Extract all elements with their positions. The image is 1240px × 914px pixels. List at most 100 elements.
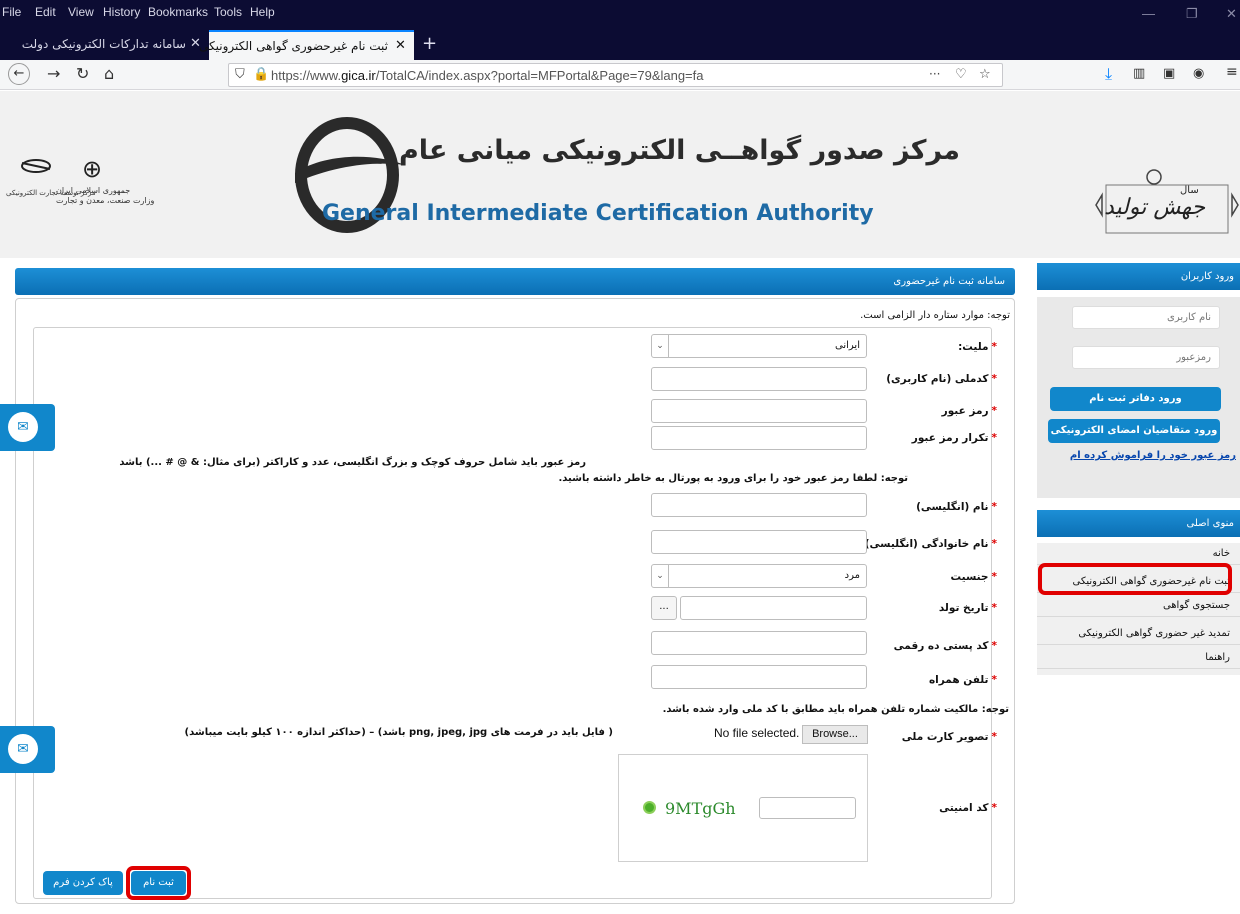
- first-name-label: *نام (انگلیسی): [916, 501, 997, 513]
- sidebar-icon[interactable]: ▣: [1163, 66, 1175, 81]
- chevron-down-icon: ⌄: [652, 565, 669, 587]
- label-text: تکرار رمز عبور: [911, 432, 989, 444]
- label-text: تاریخ تولد: [938, 602, 989, 614]
- ministry-emblem-icon: ⊕: [21, 155, 102, 183]
- forward-icon[interactable]: →: [47, 64, 60, 83]
- password-placeholder: رمزعبور: [1176, 352, 1211, 363]
- nationality-select[interactable]: ایرانی ⌄: [651, 334, 867, 358]
- date-picker-button[interactable]: ...: [651, 596, 677, 620]
- pocket-icon[interactable]: ♡: [955, 67, 967, 82]
- select-value: ایرانی: [835, 340, 860, 351]
- menu-bookmarks[interactable]: Bookmarks: [148, 5, 208, 19]
- captcha-image: 9MTgGh: [665, 799, 736, 818]
- year-slogan-logo: جهش تولید سال: [1094, 167, 1240, 247]
- menu-view[interactable]: View: [68, 5, 94, 19]
- mail-phone-icon: ✉: [8, 734, 38, 764]
- postal-code-input[interactable]: [651, 631, 867, 655]
- year-slogan: جهش تولید: [1104, 195, 1206, 220]
- main-panel-header: سامانه ثبت نام غیرحضوری: [15, 268, 1015, 295]
- mobile-label: *تلفن همراه: [929, 674, 997, 686]
- password-repeat-input[interactable]: [651, 426, 867, 450]
- clear-form-button[interactable]: پاک کردن فرم: [43, 871, 123, 895]
- postal-code-label: *کد پستی ده رقمی: [894, 640, 997, 652]
- ministry-logos: ⊕ جمهوری اسلامی ایران وزارت صنعت، معدن و…: [6, 151, 156, 211]
- app-menu-icon[interactable]: ≡: [1226, 64, 1238, 80]
- browse-button[interactable]: Browse...: [802, 725, 868, 744]
- back-icon[interactable]: ←: [8, 63, 30, 85]
- label-text: جنسیت: [950, 571, 989, 583]
- label-text: ملیت:: [958, 341, 989, 353]
- mobile-input[interactable]: [651, 665, 867, 689]
- logo-caption-2: وزارت صنعت، معدن و تجارت: [56, 196, 155, 205]
- main-menu-header: منوی اصلی: [1037, 510, 1240, 537]
- menu-file[interactable]: File: [2, 5, 21, 19]
- required-star: *: [991, 731, 998, 743]
- tab-title: ثبت نام غیرحضوری گواهی الکترونیکی: [199, 39, 388, 53]
- sidebar-password-input[interactable]: رمزعبور: [1072, 346, 1220, 369]
- account-icon[interactable]: ◉: [1193, 66, 1204, 81]
- close-tab-icon[interactable]: ✕: [395, 38, 406, 53]
- office-login-button[interactable]: ورود دفاتر ثبت نام: [1050, 387, 1221, 411]
- contact-float-button[interactable]: ✉: [0, 726, 55, 773]
- downloads-icon[interactable]: ⤓: [1105, 64, 1112, 84]
- library-icon[interactable]: ▥: [1133, 66, 1145, 81]
- year-label: سال: [1180, 185, 1199, 196]
- restore-icon[interactable]: ❐: [1186, 6, 1198, 22]
- tab-procurement[interactable]: ✕ سامانه تدارکات الکترونیکی دولت: [0, 30, 208, 60]
- applicant-login-button[interactable]: ورود متقاضیان امضای الکترونیکی: [1048, 419, 1220, 443]
- required-star: *: [991, 674, 998, 686]
- page-actions-icon[interactable]: ···: [929, 67, 940, 81]
- id-card-label: *تصویر کارت ملی: [902, 731, 997, 743]
- mail-phone-icon: ✉: [8, 412, 38, 442]
- refresh-captcha-icon[interactable]: [643, 801, 656, 814]
- menu-item-home[interactable]: خانه: [1037, 543, 1240, 565]
- username-placeholder: نام کاربری: [1167, 312, 1211, 323]
- last-name-input[interactable]: [651, 530, 867, 554]
- label-text: نام (انگلیسی): [916, 501, 989, 513]
- menu-help[interactable]: Help: [250, 5, 275, 19]
- home-icon[interactable]: ⌂: [104, 64, 114, 83]
- new-tab-icon[interactable]: +: [422, 33, 437, 54]
- menu-item-search[interactable]: جستجوی گواهی: [1037, 595, 1240, 617]
- required-star: *: [991, 432, 998, 444]
- tab-registration[interactable]: ✕ ثبت نام غیرحضوری گواهی الکترونیکی: [199, 30, 414, 60]
- login-header: ورود کاربران: [1037, 263, 1240, 290]
- label-text: کد امنیتی: [939, 802, 989, 814]
- required-star: *: [991, 341, 998, 353]
- forgot-password-link[interactable]: رمز عبور خود را فراموش کرده ام: [1070, 450, 1236, 461]
- menu-item-label: تمدید غیر حضوری گواهی الکترونیکی: [1078, 628, 1230, 639]
- menu-history[interactable]: History: [103, 5, 140, 19]
- logo-caption-3: مرکز توسعه تجارت الکترونیکی: [6, 189, 96, 197]
- username-input[interactable]: نام کاربری: [1072, 306, 1220, 329]
- menu-item-renewal[interactable]: تمدید غیر حضوری گواهی الکترونیکی: [1037, 623, 1240, 645]
- bookmark-star-icon[interactable]: ☆: [979, 67, 991, 82]
- menu-edit[interactable]: Edit: [35, 5, 56, 19]
- label-text: کد پستی ده رقمی: [893, 640, 989, 652]
- password-label: *رمز عبور: [942, 405, 997, 417]
- label-text: رمز عبور: [941, 405, 989, 417]
- captcha-input[interactable]: [759, 797, 856, 819]
- gender-select[interactable]: مرد ⌄: [651, 564, 867, 588]
- close-window-icon[interactable]: ✕: [1226, 6, 1237, 22]
- required-star: *: [991, 373, 998, 385]
- reload-icon[interactable]: ↻: [76, 64, 89, 83]
- file-status: No file selected.: [714, 726, 800, 740]
- tracking-shield-icon[interactable]: ⛉: [235, 67, 245, 82]
- submit-highlight: [126, 866, 191, 900]
- first-name-input[interactable]: [651, 493, 867, 517]
- national-code-input[interactable]: [651, 367, 867, 391]
- menu-tools[interactable]: Tools: [214, 5, 242, 19]
- password-input[interactable]: [651, 399, 867, 423]
- url-path: /TotalCA/index.aspx?portal=MFPortal&Page…: [375, 68, 704, 83]
- menu-item-label: خانه: [1212, 548, 1230, 559]
- chevron-down-icon: ⌄: [652, 335, 669, 357]
- url-bar[interactable]: ⛉ 🔒 https://www.gica.ir/TotalCA/index.as…: [228, 63, 1003, 87]
- minimize-icon[interactable]: —: [1142, 6, 1155, 21]
- birth-date-input[interactable]: [680, 596, 867, 620]
- url-domain: gica.ir: [341, 68, 376, 83]
- site-banner: مرکز صدور گواهــی الکترونیکی میانی عام G…: [0, 91, 1240, 258]
- contact-float-button[interactable]: ✉: [0, 404, 55, 451]
- url-text: https://www.gica.ir/TotalCA/index.aspx?p…: [271, 68, 704, 83]
- menu-item-help[interactable]: راهنما: [1037, 647, 1240, 669]
- lock-icon[interactable]: 🔒: [253, 67, 269, 82]
